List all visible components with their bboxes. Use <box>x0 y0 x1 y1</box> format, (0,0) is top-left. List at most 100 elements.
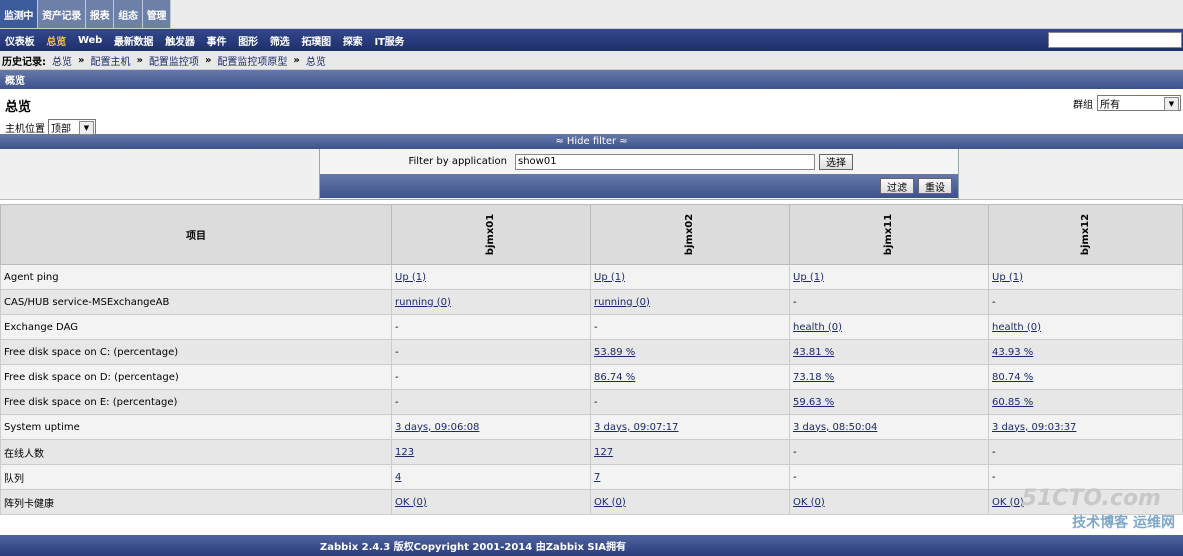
value-link[interactable]: Up (1) <box>395 272 426 283</box>
search-input[interactable] <box>1048 32 1182 48</box>
value-link[interactable]: 4 <box>395 472 401 483</box>
breadcrumb-separator: » <box>204 54 212 66</box>
host-location: 主机位置 顶部 ▼ <box>5 119 96 135</box>
table-row: 阵列卡健康 OK (0) OK (0) OK (0) OK (0) <box>0 489 1183 515</box>
value-link[interactable]: 60.85 % <box>992 397 1033 408</box>
history-item[interactable]: 总览 <box>306 53 326 68</box>
sub-menu-latest-data[interactable]: 最新数据 <box>109 33 160 48</box>
item-name-cell: 在线人数 <box>0 439 392 465</box>
value-cell: 53.89 % <box>590 339 790 365</box>
history-item[interactable]: 配置监控项 <box>149 53 199 68</box>
empty-value: - <box>395 346 399 358</box>
value-cell: - <box>590 314 790 340</box>
value-link[interactable]: 3 days, 09:03:37 <box>992 422 1076 433</box>
history-item[interactable]: 总览 <box>52 53 72 68</box>
value-link[interactable]: 7 <box>594 472 600 483</box>
value-link[interactable]: 53.89 % <box>594 347 635 358</box>
value-link[interactable]: health (0) <box>793 322 842 333</box>
value-cell: 4 <box>391 464 591 490</box>
value-link[interactable]: Up (1) <box>793 272 824 283</box>
sub-menu-events[interactable]: 事件 <box>202 33 234 48</box>
value-link[interactable]: OK (0) <box>594 497 626 508</box>
value-link[interactable]: Up (1) <box>992 272 1023 283</box>
value-link[interactable]: 43.81 % <box>793 347 834 358</box>
value-cell: - <box>789 289 989 315</box>
group-select[interactable]: 所有 ▼ <box>1097 95 1181 111</box>
sub-menu-it-services[interactable]: IT服务 <box>369 33 411 48</box>
value-link[interactable]: OK (0) <box>793 497 825 508</box>
value-cell: 43.81 % <box>789 339 989 365</box>
value-cell: OK (0) <box>789 489 989 515</box>
value-link[interactable]: 80.74 % <box>992 372 1033 383</box>
filter-button[interactable]: 过滤 <box>880 178 914 194</box>
empty-value: - <box>793 471 797 483</box>
value-link[interactable]: 3 days, 09:06:08 <box>395 422 479 433</box>
top-menu-administration[interactable]: 管理 <box>142 0 172 28</box>
value-link[interactable]: 123 <box>395 447 414 458</box>
copyright-text: Zabbix 2.4.3 版权Copyright 2001-2014 由Zabb… <box>320 542 627 553</box>
item-name-cell: 队列 <box>0 464 392 490</box>
value-link[interactable]: 43.93 % <box>992 347 1033 358</box>
value-link[interactable]: OK (0) <box>992 497 1024 508</box>
top-menu-monitoring[interactable]: 监测中 <box>0 0 39 28</box>
top-menu-reports[interactable]: 报表 <box>85 0 115 28</box>
sub-menu-discovery[interactable]: 探索 <box>338 33 370 48</box>
chevron-down-icon: ▼ <box>1164 97 1179 111</box>
value-link[interactable]: health (0) <box>992 322 1041 333</box>
sub-menu-maps[interactable]: 拓璞图 <box>296 33 337 48</box>
value-link[interactable]: 3 days, 09:07:17 <box>594 422 678 433</box>
value-link[interactable]: 86.74 % <box>594 372 635 383</box>
top-menu-inventory[interactable]: 资产记录 <box>38 0 86 28</box>
top-menu-configuration[interactable]: 组态 <box>114 0 143 28</box>
item-name-cell: CAS/HUB service-MSExchangeAB <box>0 289 392 315</box>
app-filter-input[interactable]: show01 <box>515 153 815 170</box>
value-cell: 43.93 % <box>988 339 1183 365</box>
value-link[interactable]: running (0) <box>395 297 451 308</box>
empty-value: - <box>992 471 996 483</box>
table-body: Agent ping Up (1) Up (1) Up (1) Up (1) CAS/HU… <box>0 264 1183 515</box>
value-link[interactable]: 59.63 % <box>793 397 834 408</box>
host-header: bjmx01 <box>391 204 591 265</box>
value-cell: - <box>391 389 591 415</box>
host-location-label: 主机位置 <box>5 123 45 135</box>
value-cell: 123 <box>391 439 591 465</box>
sub-menu-overview[interactable]: 总览 <box>41 33 73 48</box>
section-bar: 概览 <box>0 70 1183 89</box>
watermark-sub: 技术博客 运维网 <box>1072 515 1175 531</box>
host-name: bjmx11 <box>883 213 895 256</box>
item-name-cell: Free disk space on C: (percentage) <box>0 339 392 365</box>
table-row: Free disk space on C: (percentage) - 53.89… <box>0 339 1183 365</box>
value-cell: OK (0) <box>590 489 790 515</box>
sub-menu-dashboard[interactable]: 仪表板 <box>0 33 41 48</box>
sub-menu-web[interactable]: Web <box>73 35 109 46</box>
value-link[interactable]: 3 days, 08:50:04 <box>793 422 877 433</box>
value-cell: running (0) <box>590 289 790 315</box>
chevron-down-icon: ▼ <box>79 121 94 135</box>
sub-menu-graphs[interactable]: 图形 <box>233 33 265 48</box>
sub-menu-triggers[interactable]: 触发器 <box>160 33 201 48</box>
history-item[interactable]: 配置主机 <box>90 53 130 68</box>
value-cell: - <box>988 439 1183 465</box>
value-cell: Up (1) <box>391 264 591 290</box>
select-button[interactable]: 选择 <box>819 153 853 170</box>
value-cell: 7 <box>590 464 790 490</box>
hide-filter-toggle[interactable]: ≈ Hide filter ≈ <box>0 134 1183 149</box>
sub-menu-screens[interactable]: 筛选 <box>265 33 297 48</box>
reset-button[interactable]: 重设 <box>918 178 952 194</box>
host-location-select[interactable]: 顶部 ▼ <box>48 119 96 135</box>
sub-menu: 仪表板 总览 Web 最新数据 触发器 事件 图形 筛选 拓璞图 探索 IT服务 <box>0 29 1183 51</box>
history-item[interactable]: 配置监控项原型 <box>217 53 287 68</box>
value-cell: health (0) <box>789 314 989 340</box>
value-link[interactable]: Up (1) <box>594 272 625 283</box>
group-filter: 群组 所有 ▼ <box>1073 95 1181 111</box>
value-link[interactable]: OK (0) <box>395 497 427 508</box>
item-name-cell: System uptime <box>0 414 392 440</box>
table-row: CAS/HUB service-MSExchangeAB running (0) r… <box>0 289 1183 315</box>
host-header: bjmx02 <box>590 204 790 265</box>
value-link[interactable]: running (0) <box>594 297 650 308</box>
watermark-logo: 51CTO.com <box>1021 486 1161 511</box>
value-cell: - <box>391 339 591 365</box>
value-link[interactable]: 73.18 % <box>793 372 834 383</box>
value-link[interactable]: 127 <box>594 447 613 458</box>
value-cell: OK (0) <box>391 489 591 515</box>
